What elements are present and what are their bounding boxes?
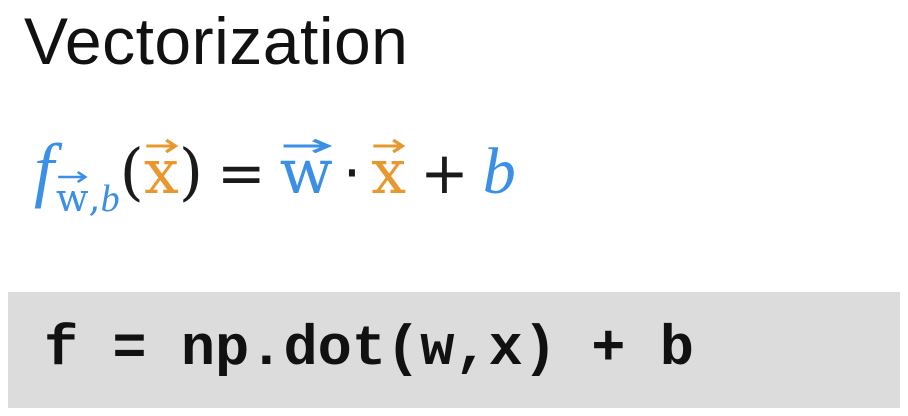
vector-arrow-icon: [283, 139, 332, 153]
subscript-vector-w: w: [56, 170, 89, 220]
slide: Vectorization f w,b(x) = w · x + b f = np.dot(w…: [0, 0, 908, 416]
code-block: f = np.dot(w,x) + b: [8, 292, 900, 408]
plus-sign: +: [420, 139, 469, 207]
open-paren: (: [119, 135, 144, 208]
vector-arrow-icon: [146, 139, 179, 153]
subscript-separator: ,: [88, 176, 101, 220]
weight-vector-w: w: [280, 135, 333, 208]
bias-b: b: [482, 135, 516, 208]
function-subscript: w,b: [56, 170, 120, 221]
code-line: f = np.dot(w,x) + b: [44, 318, 694, 382]
feature-vector-x: x: [371, 135, 406, 208]
close-paren: ): [178, 135, 204, 208]
vector-arrow-icon: [373, 139, 406, 153]
function-letter: f: [34, 129, 55, 209]
vectorized-model-equation: f w,b(x) = w · x + b: [34, 128, 516, 238]
subscript-b: b: [100, 178, 120, 220]
vector-arrow-icon: [58, 170, 88, 184]
slide-title: Vectorization: [24, 4, 409, 78]
argument-vector-x: x: [144, 135, 179, 208]
dot-operator: ·: [342, 139, 362, 207]
equals-sign: =: [217, 139, 266, 207]
